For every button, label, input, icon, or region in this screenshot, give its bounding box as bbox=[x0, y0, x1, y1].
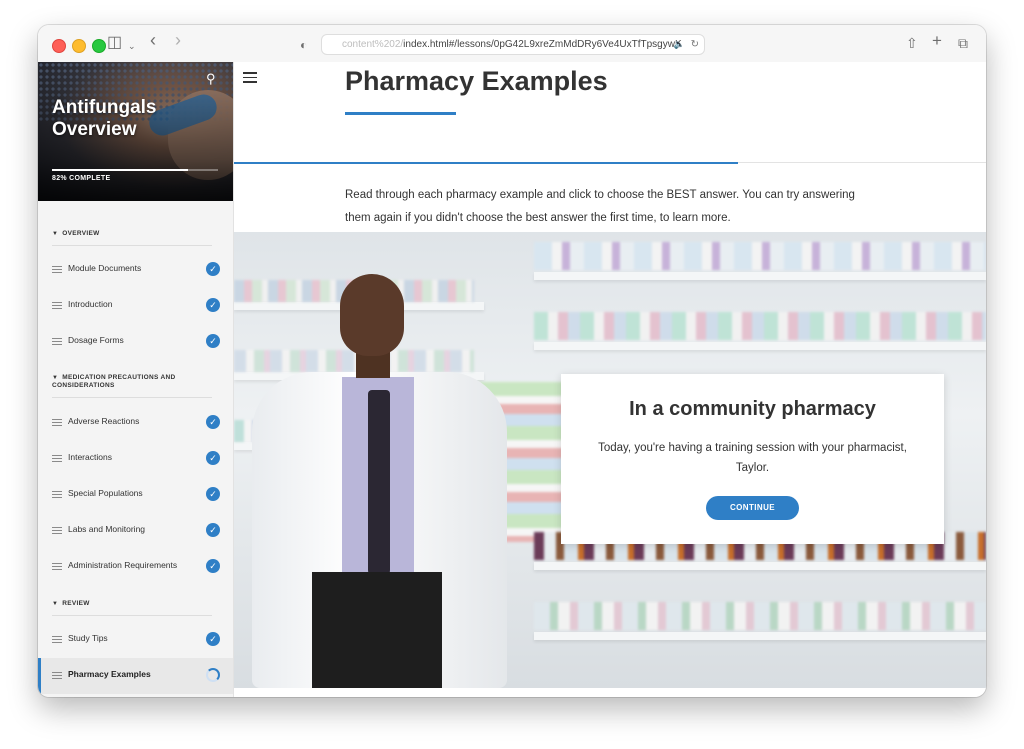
sidebar-item-interactions[interactable]: Interactions ✓ bbox=[38, 441, 233, 477]
sidebar-item-label: Labs and Monitoring bbox=[68, 524, 146, 534]
caret-down-icon: ▼ bbox=[52, 601, 59, 607]
title-underline bbox=[345, 112, 456, 115]
sidebar-item-labs-and-monitoring[interactable]: Labs and Monitoring ✓ bbox=[38, 513, 233, 549]
speaker-icon[interactable]: 🔈 bbox=[674, 35, 685, 54]
sidebar-item-dosage-forms[interactable]: Dosage Forms ✓ bbox=[38, 324, 233, 360]
chevron-down-icon[interactable]: ⌄ bbox=[128, 37, 136, 55]
browser-toolbar: ◫ ⌄ ‹ › ◐ content%202/index.html#/lesson… bbox=[38, 25, 986, 63]
lesson-lines-icon bbox=[52, 527, 62, 536]
tabs-overview-icon[interactable]: ⧉ bbox=[958, 34, 968, 52]
sidebar-item-label: Administration Requirements bbox=[68, 560, 178, 570]
lesson-lines-icon bbox=[52, 338, 62, 347]
active-indicator bbox=[38, 658, 41, 694]
browser-window: ◫ ⌄ ‹ › ◐ content%202/index.html#/lesson… bbox=[38, 25, 986, 697]
section-medication-precautions[interactable]: ▼ MEDICATION PRECAUTIONS AND CONSIDERATIO… bbox=[52, 374, 202, 390]
close-window-button[interactable] bbox=[52, 39, 66, 53]
sidebar-item-label: Special Populations bbox=[68, 488, 143, 498]
check-icon: ✓ bbox=[206, 487, 220, 501]
lesson-lines-icon bbox=[52, 455, 62, 464]
shield-icon[interactable]: ◐ bbox=[300, 36, 307, 54]
sidebar-item-label: Module Documents bbox=[68, 263, 142, 273]
caret-down-icon: ▼ bbox=[52, 375, 59, 381]
lesson-lines-icon bbox=[52, 491, 62, 500]
check-icon: ✓ bbox=[206, 523, 220, 537]
check-icon: ✓ bbox=[206, 415, 220, 429]
search-icon[interactable]: ⚲ bbox=[206, 71, 216, 87]
section-review[interactable]: ▼ REVIEW bbox=[52, 600, 90, 608]
sidebar-item-label: Interactions bbox=[68, 452, 112, 462]
page-title: Pharmacy Examples bbox=[345, 66, 608, 96]
lesson-lines-icon bbox=[52, 672, 62, 681]
url-faded-part: content%202/ bbox=[342, 39, 404, 50]
sidebar-item-administration-requirements[interactable]: Administration Requirements ✓ bbox=[38, 549, 233, 585]
reload-icon[interactable]: ↻ bbox=[691, 35, 699, 54]
check-icon: ✓ bbox=[206, 451, 220, 465]
minimize-window-button[interactable] bbox=[72, 39, 86, 53]
caret-down-icon: ▼ bbox=[52, 231, 59, 237]
sidebar-toggle-icon[interactable]: ◫ bbox=[107, 34, 122, 52]
lesson-lines-icon bbox=[52, 636, 62, 645]
back-icon[interactable]: ‹ bbox=[150, 31, 156, 49]
sidebar-item-label: Introduction bbox=[68, 299, 113, 309]
course-title: Antifungals Overview bbox=[52, 97, 157, 140]
sidebar-item-study-tips[interactable]: Study Tips ✓ bbox=[38, 622, 233, 658]
in-progress-icon bbox=[206, 668, 220, 682]
check-icon: ✓ bbox=[206, 262, 220, 276]
scenario-text: Today, you're having a training session … bbox=[598, 442, 907, 474]
menu-icon[interactable] bbox=[243, 72, 257, 86]
sidebar-item-introduction[interactable]: Introduction ✓ bbox=[38, 288, 233, 324]
url-text: index.html#/lessons/0pG42L9xreZmMdDRy6Ve… bbox=[403, 39, 682, 50]
lesson-lines-icon bbox=[52, 302, 62, 311]
course-progress-text: 82% COMPLETE bbox=[52, 175, 111, 182]
zoom-window-button[interactable] bbox=[92, 39, 106, 53]
sidebar-item-label: Study Tips bbox=[68, 633, 108, 643]
scenario-card: In a community pharmacy Today, you're ha… bbox=[561, 374, 944, 544]
share-icon[interactable]: ⇧ bbox=[906, 34, 918, 52]
lesson-lines-icon bbox=[52, 266, 62, 275]
check-icon: ✓ bbox=[206, 334, 220, 348]
forward-icon[interactable]: › bbox=[175, 31, 181, 49]
sidebar-item-label: Pharmacy Examples bbox=[68, 669, 151, 679]
lesson-content: Pharmacy Examples Read through each phar… bbox=[234, 62, 986, 697]
course-sidebar: Antifungals Overview 82% COMPLETE ⚲ ▼ OVE… bbox=[38, 62, 234, 697]
check-icon: ✓ bbox=[206, 298, 220, 312]
lesson-intro-text: Read through each pharmacy example and c… bbox=[345, 189, 855, 224]
sidebar-item-adverse-reactions[interactable]: Adverse Reactions ✓ bbox=[38, 405, 233, 441]
sidebar-item-special-populations[interactable]: Special Populations ✓ bbox=[38, 477, 233, 513]
section-overview[interactable]: ▼ OVERVIEW bbox=[52, 230, 100, 238]
address-bar[interactable]: content%202/index.html#/lessons/0pG42L9x… bbox=[321, 34, 705, 55]
check-icon: ✓ bbox=[206, 559, 220, 573]
scenario-title: In a community pharmacy bbox=[629, 398, 876, 420]
course-hero-image: Antifungals Overview 82% COMPLETE ⚲ bbox=[38, 62, 233, 201]
new-tab-icon[interactable]: + bbox=[932, 32, 942, 50]
lesson-lines-icon bbox=[52, 563, 62, 572]
course-progress-bar bbox=[52, 169, 218, 171]
pharmacist-figure bbox=[252, 272, 512, 688]
sidebar-item-label: Adverse Reactions bbox=[68, 416, 140, 426]
check-icon: ✓ bbox=[206, 632, 220, 646]
continue-button[interactable]: CONTINUE bbox=[706, 496, 799, 520]
lesson-progress-line bbox=[234, 162, 738, 164]
sidebar-item-label: Dosage Forms bbox=[68, 335, 124, 345]
lesson-lines-icon bbox=[52, 419, 62, 428]
pharmacy-scene-image: In a community pharmacy Today, you're ha… bbox=[234, 232, 986, 688]
sidebar-item-module-documents[interactable]: Module Documents ✓ bbox=[38, 252, 233, 288]
sidebar-item-pharmacy-examples[interactable]: Pharmacy Examples bbox=[38, 658, 233, 694]
